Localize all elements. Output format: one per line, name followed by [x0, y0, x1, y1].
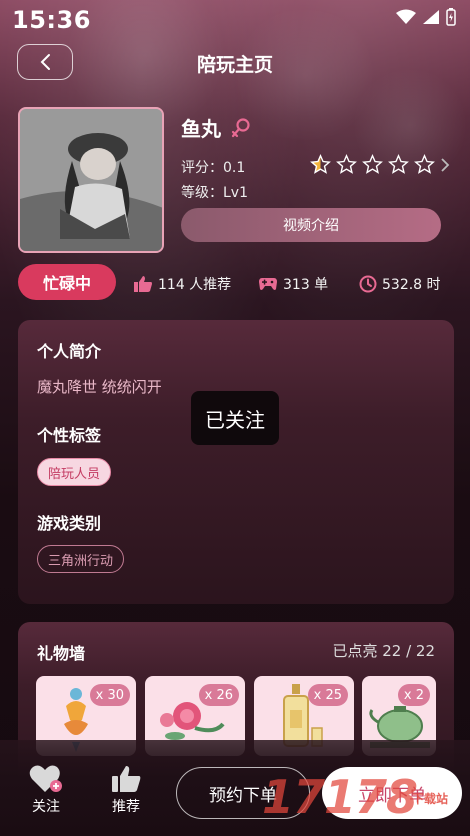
personal-tag-chip: 陪玩人员 [37, 458, 112, 486]
gift-lit-count: 已点亮 22 / 22 [332, 642, 435, 660]
orders-stat: 313 单 [258, 274, 328, 294]
gift-count-badge: x 25 [307, 684, 348, 706]
empty-star-icon [362, 154, 383, 174]
follow-button[interactable]: 关注 [21, 764, 71, 816]
heart-add-icon [29, 765, 62, 792]
orders-count: 313 单 [283, 277, 329, 293]
recommend-label: 推荐 [112, 799, 140, 815]
game-category-chip: 三角洲行动 [37, 545, 125, 573]
empty-star-icon [414, 154, 435, 174]
toast-message: 已关注 [191, 391, 279, 445]
signal-icon [423, 10, 439, 24]
gift-count-badge: x 26 [198, 684, 239, 706]
name-row: 鱼丸 [181, 113, 251, 142]
hours-count: 532.8 时 [382, 277, 441, 293]
games-title: 游戏类别 [37, 514, 102, 533]
video-intro-button[interactable]: 视频介绍 [181, 208, 441, 242]
status-icons [396, 8, 456, 26]
recommend-stat: 114 人推荐 [133, 274, 231, 294]
watermark: 17178 [262, 770, 418, 824]
intro-text: 魔丸降世 统统闪开 [37, 378, 162, 396]
level-text: 等级：Lv1 [181, 185, 248, 201]
half-star-icon [310, 154, 331, 174]
gift-wall-title: 礼物墙 [37, 644, 86, 663]
wifi-icon [396, 9, 416, 24]
gamepad-icon [259, 278, 277, 290]
gift-count-badge: x 2 [397, 684, 430, 706]
thumbs-up-icon [134, 276, 152, 292]
intro-title: 个人简介 [37, 342, 102, 361]
chevron-right-icon [441, 157, 450, 172]
status-time: 15:36 [12, 6, 91, 34]
battery-icon [446, 8, 456, 26]
recommend-count: 114 人推荐 [158, 277, 232, 293]
intro-card: 个人简介 魔丸降世 统统闪开 个性标签 陪玩人员 游戏类别 三角洲行动 [18, 320, 454, 604]
clock-icon [359, 275, 377, 293]
follow-label: 关注 [32, 799, 60, 815]
empty-star-icon [336, 154, 357, 174]
empty-star-icon [388, 154, 409, 174]
status-bar: 15:36 [0, 0, 470, 40]
hours-stat: 532.8 时 [359, 274, 441, 294]
profile-photo[interactable] [18, 107, 164, 253]
gift-count-badge: x 30 [89, 684, 130, 706]
thumbs-up-icon [112, 766, 141, 792]
rating-text: 评分：0.1 [181, 160, 246, 176]
profile-photo-image [20, 109, 162, 251]
status-badge: 忙碌中 [18, 264, 116, 300]
page-title: 陪玩主页 [196, 54, 273, 76]
player-name: 鱼丸 [181, 117, 221, 141]
female-gender-icon [231, 117, 250, 137]
recommend-button[interactable]: 推荐 [101, 764, 151, 816]
rating-stars[interactable] [310, 154, 450, 175]
watermark-sub: 下载站 [412, 792, 449, 806]
tags-title: 个性标签 [37, 426, 102, 445]
